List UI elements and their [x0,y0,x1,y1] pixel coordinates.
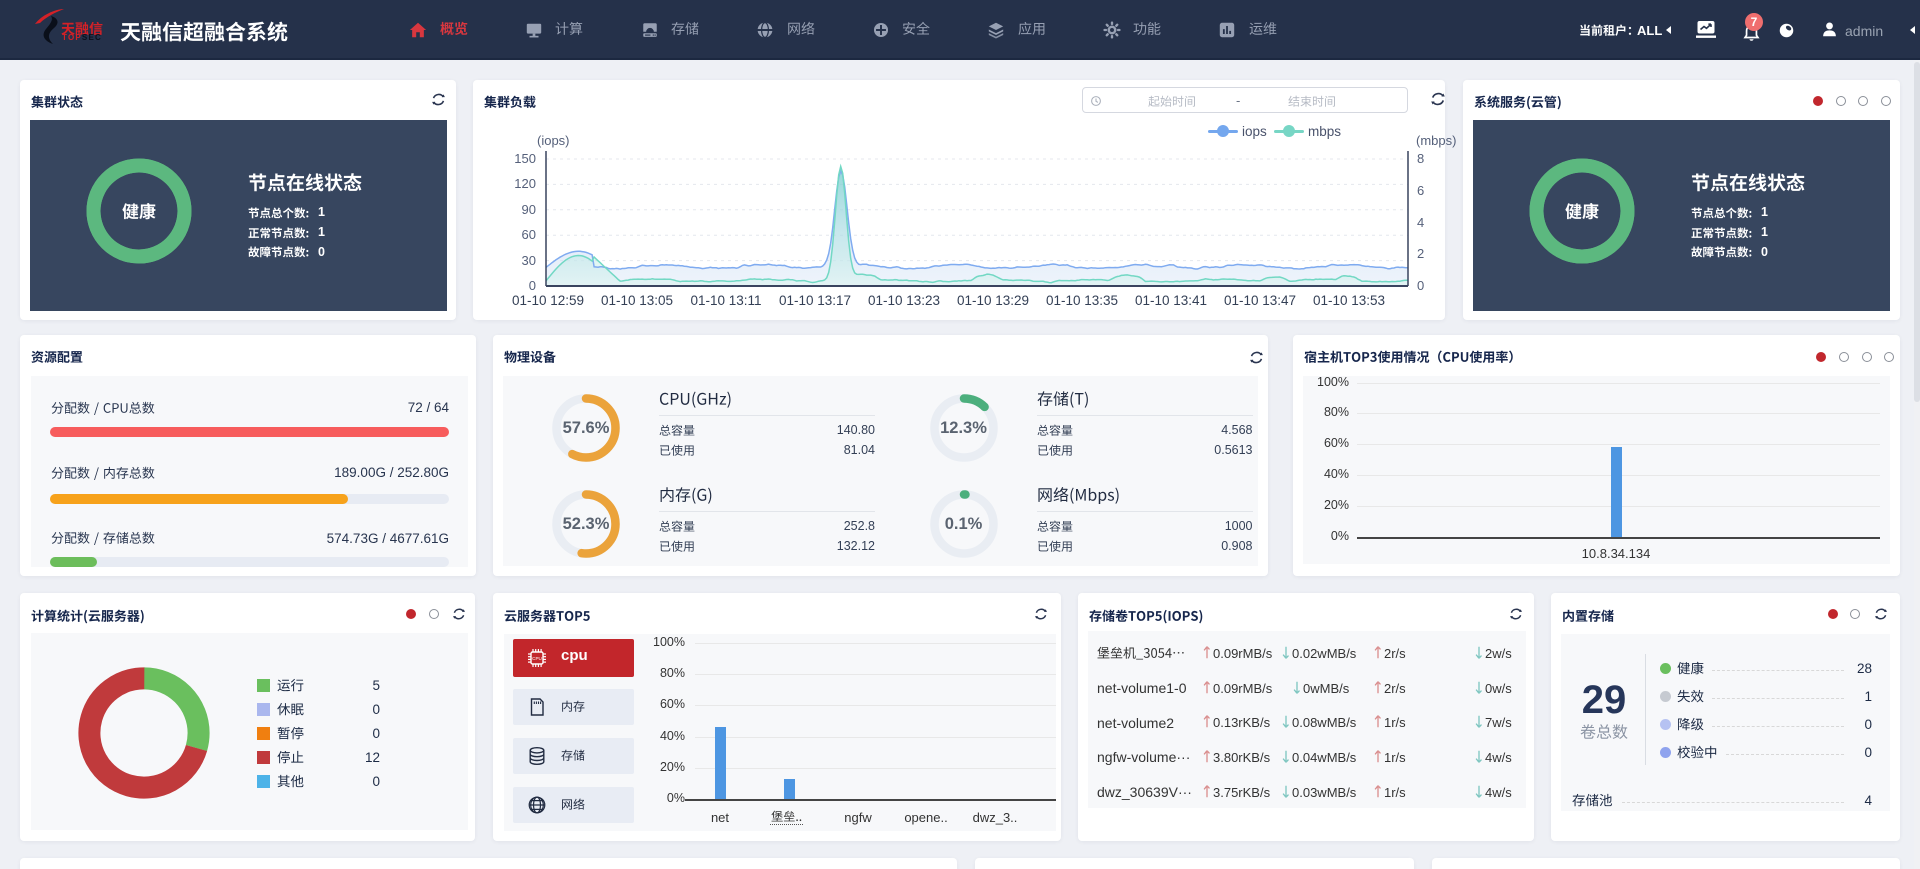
svg-text:CPU: CPU [532,656,542,661]
